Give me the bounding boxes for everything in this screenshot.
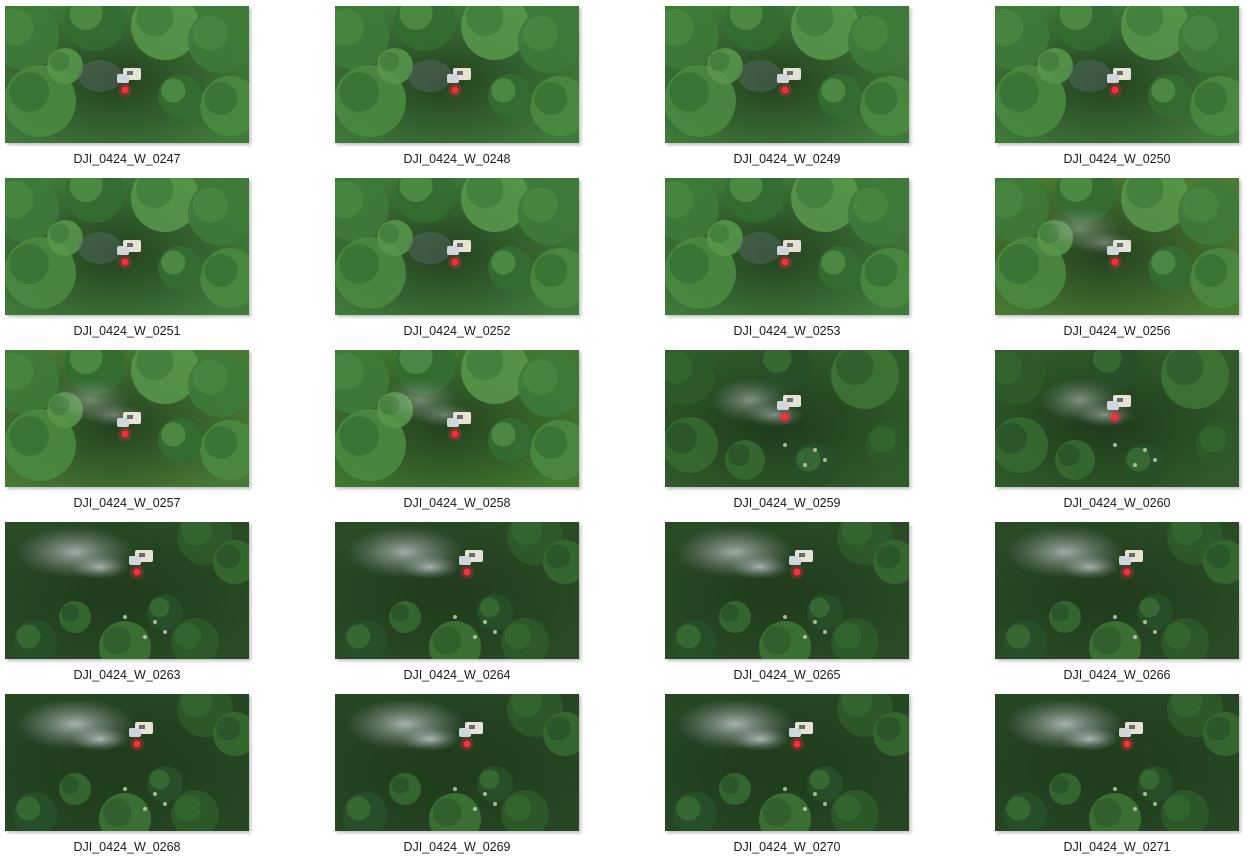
thumbnail-image[interactable]	[995, 350, 1239, 487]
thumbnail-item[interactable]: DJI_0424_W_0249	[665, 6, 909, 176]
thumbnail-filename[interactable]: DJI_0424_W_0270	[635, 840, 939, 854]
thumbnail-filename[interactable]: DJI_0424_W_0259	[635, 496, 939, 510]
thumbnail-grid: DJI_0424_W_0247 DJI_0424_W_0248 DJI_0424_W…	[0, 0, 1247, 858]
thumbnail-image[interactable]	[995, 522, 1239, 659]
thumbnail-image[interactable]	[665, 178, 909, 315]
thumbnail-image[interactable]	[665, 350, 909, 487]
thumbnail-filename[interactable]: DJI_0424_W_0265	[635, 668, 939, 682]
thumbnail-filename[interactable]: DJI_0424_W_0251	[0, 324, 279, 338]
thumbnail-filename[interactable]: DJI_0424_W_0253	[635, 324, 939, 338]
thumbnail-filename[interactable]: DJI_0424_W_0260	[965, 496, 1247, 510]
thumbnail-image[interactable]	[335, 178, 579, 315]
thumbnail-item[interactable]: DJI_0424_W_0248	[335, 6, 579, 176]
thumbnail-filename[interactable]: DJI_0424_W_0250	[965, 152, 1247, 166]
thumbnail-image[interactable]	[995, 178, 1239, 315]
thumbnail-filename[interactable]: DJI_0424_W_0258	[305, 496, 609, 510]
thumbnail-filename[interactable]: DJI_0424_W_0266	[965, 668, 1247, 682]
thumbnail-item[interactable]: DJI_0424_W_0259	[665, 350, 909, 520]
thumbnail-image[interactable]	[335, 350, 579, 487]
thumbnail-filename[interactable]: DJI_0424_W_0268	[0, 840, 279, 854]
thumbnail-item[interactable]: DJI_0424_W_0258	[335, 350, 579, 520]
thumbnail-filename[interactable]: DJI_0424_W_0269	[305, 840, 609, 854]
thumbnail-item[interactable]: DJI_0424_W_0256	[995, 178, 1239, 348]
thumbnail-image[interactable]	[5, 522, 249, 659]
thumbnail-item[interactable]: DJI_0424_W_0253	[665, 178, 909, 348]
thumbnail-filename[interactable]: DJI_0424_W_0263	[0, 668, 279, 682]
thumbnail-item[interactable]: DJI_0424_W_0268	[5, 694, 249, 858]
thumbnail-image[interactable]	[665, 522, 909, 659]
thumbnail-image[interactable]	[5, 694, 249, 831]
thumbnail-item[interactable]: DJI_0424_W_0250	[995, 6, 1239, 176]
thumbnail-image[interactable]	[665, 694, 909, 831]
thumbnail-image[interactable]	[335, 6, 579, 143]
thumbnail-item[interactable]: DJI_0424_W_0264	[335, 522, 579, 692]
thumbnail-item[interactable]: DJI_0424_W_0251	[5, 178, 249, 348]
thumbnail-item[interactable]: DJI_0424_W_0270	[665, 694, 909, 858]
thumbnail-image[interactable]	[335, 522, 579, 659]
thumbnail-item[interactable]: DJI_0424_W_0257	[5, 350, 249, 520]
thumbnail-filename[interactable]: DJI_0424_W_0249	[635, 152, 939, 166]
thumbnail-item[interactable]: DJI_0424_W_0252	[335, 178, 579, 348]
thumbnail-item[interactable]: DJI_0424_W_0266	[995, 522, 1239, 692]
thumbnail-image[interactable]	[5, 6, 249, 143]
thumbnail-item[interactable]: DJI_0424_W_0260	[995, 350, 1239, 520]
thumbnail-image[interactable]	[665, 6, 909, 143]
thumbnail-filename[interactable]: DJI_0424_W_0257	[0, 496, 279, 510]
thumbnail-filename[interactable]: DJI_0424_W_0256	[965, 324, 1247, 338]
thumbnail-filename[interactable]: DJI_0424_W_0252	[305, 324, 609, 338]
thumbnail-filename[interactable]: DJI_0424_W_0248	[305, 152, 609, 166]
thumbnail-image[interactable]	[5, 178, 249, 315]
thumbnail-item[interactable]: DJI_0424_W_0271	[995, 694, 1239, 858]
thumbnail-item[interactable]: DJI_0424_W_0247	[5, 6, 249, 176]
thumbnail-item[interactable]: DJI_0424_W_0269	[335, 694, 579, 858]
thumbnail-image[interactable]	[335, 694, 579, 831]
thumbnail-filename[interactable]: DJI_0424_W_0271	[965, 840, 1247, 854]
thumbnail-item[interactable]: DJI_0424_W_0263	[5, 522, 249, 692]
thumbnail-item[interactable]: DJI_0424_W_0265	[665, 522, 909, 692]
thumbnail-filename[interactable]: DJI_0424_W_0247	[0, 152, 279, 166]
thumbnail-image[interactable]	[995, 694, 1239, 831]
thumbnail-image[interactable]	[5, 350, 249, 487]
thumbnail-filename[interactable]: DJI_0424_W_0264	[305, 668, 609, 682]
thumbnail-image[interactable]	[995, 6, 1239, 143]
